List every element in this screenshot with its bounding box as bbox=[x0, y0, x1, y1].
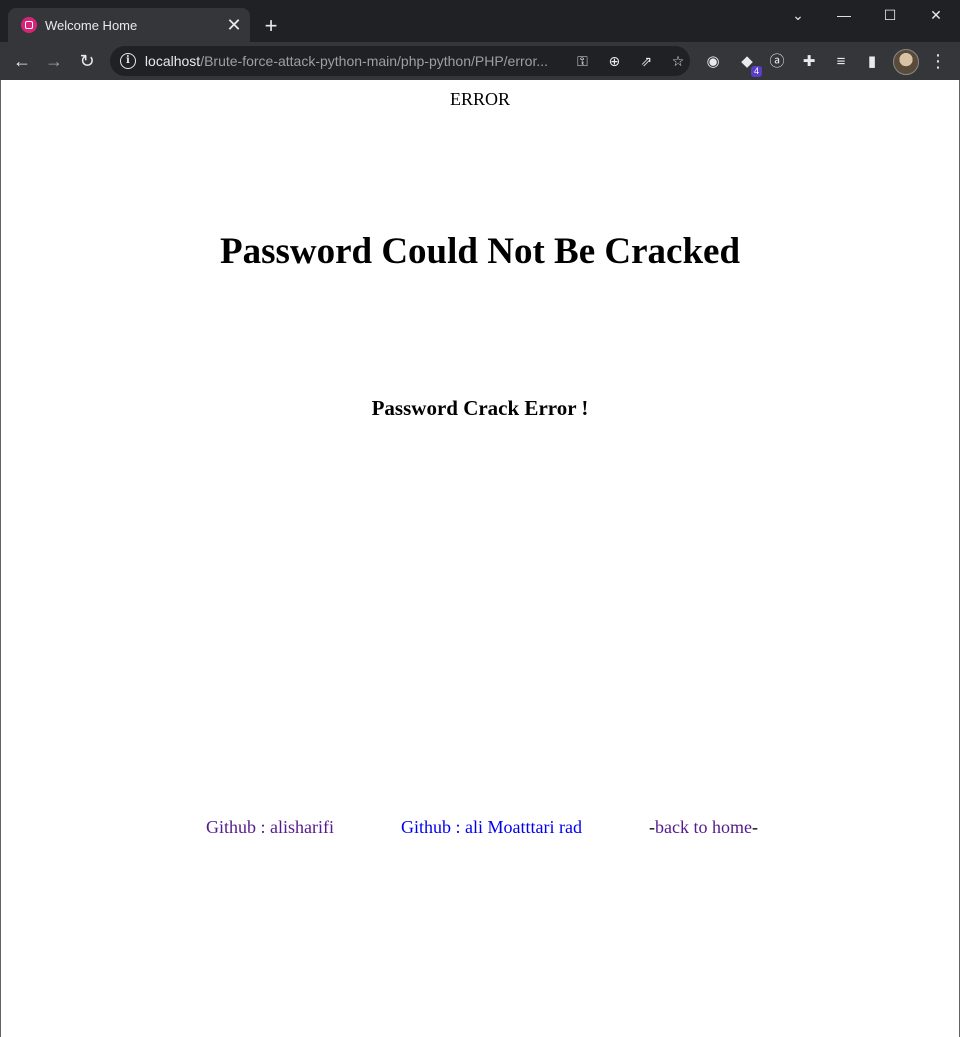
share-icon[interactable]: ⇗ bbox=[634, 49, 658, 73]
back-arrow-icon[interactable]: ← bbox=[8, 47, 36, 75]
avatar[interactable] bbox=[893, 49, 919, 75]
media-queue-icon[interactable]: ≡ bbox=[830, 51, 852, 73]
close-icon[interactable]: ✕ bbox=[224, 15, 244, 35]
side-panel-icon[interactable]: ▮ bbox=[861, 51, 883, 73]
url-host: localhost bbox=[144, 53, 201, 69]
extension-badge-icon[interactable]: ◆ 4 bbox=[736, 51, 762, 77]
key-icon[interactable]: ⚿ bbox=[571, 49, 595, 73]
extension-badge: 4 bbox=[750, 66, 762, 77]
forward-arrow-icon[interactable]: → bbox=[40, 47, 68, 75]
page-content: ERROR Password Could Not Be Cracked Pass… bbox=[0, 80, 960, 1037]
page-title: Password Could Not Be Cracked bbox=[219, 231, 741, 272]
favicon-icon bbox=[21, 17, 37, 33]
minimize-icon[interactable]: — bbox=[821, 0, 867, 30]
tab-strip: Welcome Home ✕ + ⌄ — ☐ ✕ bbox=[0, 0, 960, 42]
address-bar[interactable]: i localhost/Brute-force-attack-python-ma… bbox=[110, 46, 690, 76]
close-window-icon[interactable]: ✕ bbox=[913, 0, 959, 30]
back-to-home-link[interactable]: back to home bbox=[655, 817, 752, 837]
back-suffix: - bbox=[751, 817, 758, 837]
amazon-icon[interactable]: ⓐ bbox=[766, 51, 788, 73]
reload-icon[interactable]: ↻ bbox=[73, 47, 101, 75]
url-text[interactable]: localhost/Brute-force-attack-python-main… bbox=[145, 53, 563, 69]
maximize-icon[interactable]: ☐ bbox=[867, 0, 913, 30]
github-link-alisharifi[interactable]: Github : alisharifi bbox=[206, 817, 334, 838]
plus-icon[interactable]: + bbox=[258, 13, 284, 39]
chevron-down-icon[interactable]: ⌄ bbox=[775, 0, 821, 30]
error-message: Password Crack Error ! bbox=[371, 396, 589, 420]
browser-tab[interactable]: Welcome Home ✕ bbox=[8, 8, 250, 42]
zoom-icon[interactable]: ⊕ bbox=[602, 49, 626, 73]
error-label: ERROR bbox=[449, 89, 510, 109]
browser-toolbar: ← → ↻ i localhost/Brute-force-attack-pyt… bbox=[0, 42, 960, 80]
star-icon[interactable]: ☆ bbox=[666, 49, 690, 73]
puzzle-icon[interactable]: ✚ bbox=[798, 51, 820, 73]
tab-title: Welcome Home bbox=[45, 17, 138, 33]
url-path: /Brute-force-attack-python-main/php-pyth… bbox=[200, 53, 549, 69]
more-menu-icon[interactable]: ⋮ bbox=[926, 47, 950, 75]
info-icon[interactable]: i bbox=[120, 53, 136, 69]
back-to-home: -back to home- bbox=[649, 817, 758, 838]
github-link-ali-moatttari-rad[interactable]: Github : ali Moatttari rad bbox=[401, 817, 582, 838]
grammarly-icon[interactable]: ◉ bbox=[702, 51, 724, 73]
